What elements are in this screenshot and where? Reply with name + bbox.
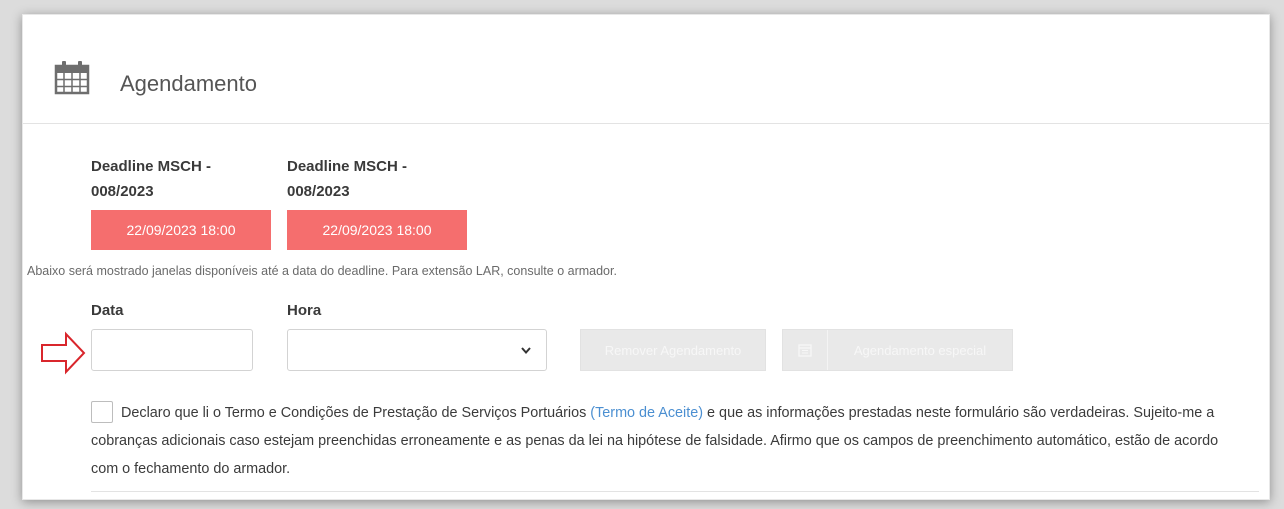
terms-declaration: Declaro que li o Termo e Condições de Pr…: [91, 399, 1221, 483]
terms-link[interactable]: (Termo de Aceite): [590, 405, 703, 421]
calendar-icon: [54, 61, 90, 95]
page-title: Agendamento: [120, 71, 257, 96]
hora-select[interactable]: [287, 329, 547, 371]
deadline-label-line1: Deadline MSCH -: [91, 158, 212, 175]
data-input[interactable]: [91, 329, 253, 371]
deadline-date-badge: 22/09/2023 18:00: [91, 210, 271, 250]
data-label: Data: [91, 302, 124, 319]
deadline-label-line2: 008/2023: [91, 183, 154, 200]
remove-schedule-button[interactable]: Remover Agendamento: [580, 329, 766, 371]
divider: [91, 491, 1259, 492]
panel-header: Agendamento: [23, 15, 1269, 124]
arrow-right-icon: [41, 331, 86, 375]
deadline-note: Abaixo será mostrado janelas disponíveis…: [27, 264, 617, 278]
deadline-label-line2: 008/2023: [287, 183, 350, 200]
deadline-block-1: Deadline MSCH - 008/2023 22/09/2023 18:0…: [91, 154, 271, 250]
chevron-down-icon: [521, 347, 531, 355]
hora-label: Hora: [287, 302, 322, 319]
terms-text-before: Declaro que li o Termo e Condições de Pr…: [121, 405, 591, 421]
special-schedule-label: Agendamento especial: [853, 342, 987, 358]
calendar-small-icon: [783, 330, 828, 370]
deadline-date-badge: 22/09/2023 18:00: [287, 210, 467, 250]
scheduling-panel: Agendamento Deadline MSCH - 008/2023 22/…: [22, 14, 1270, 500]
special-schedule-button[interactable]: Agendamento especial: [782, 329, 1013, 371]
deadline-block-2: Deadline MSCH - 008/2023 22/09/2023 18:0…: [287, 154, 467, 250]
deadline-label-line1: Deadline MSCH -: [287, 158, 408, 175]
remove-schedule-label: Remover Agendamento: [604, 342, 742, 358]
